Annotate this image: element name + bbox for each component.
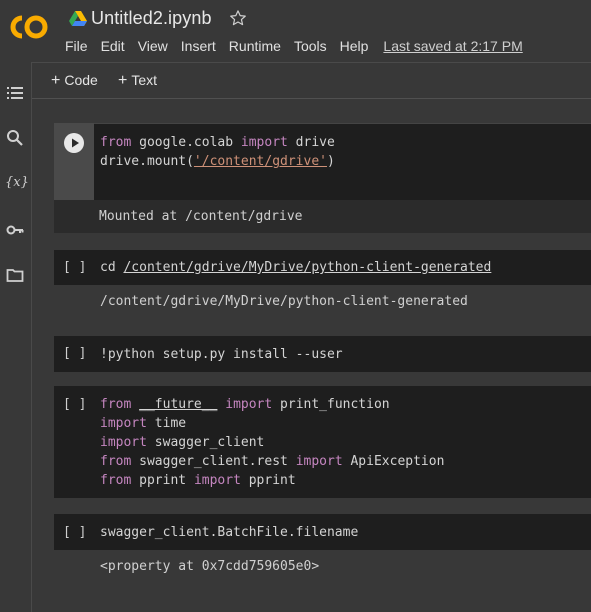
code-line: from pprint import pprint	[100, 473, 296, 488]
code-line: from swagger_client.rest import ApiExcep…	[100, 454, 445, 469]
cell-output: <property at 0x7cdd759605e0>	[100, 559, 320, 574]
code-line: cd /content/gdrive/MyDrive/python-client…	[100, 260, 492, 275]
menu-edit[interactable]: Edit	[101, 38, 125, 54]
code-line: drive.mount('/content/gdrive')	[100, 154, 335, 169]
menu-view[interactable]: View	[138, 38, 168, 54]
menu-bar: File Edit View Insert Runtime Tools Help…	[65, 38, 536, 54]
variables-icon[interactable]: {x}	[5, 175, 29, 193]
cell-output: Mounted at /content/gdrive	[99, 209, 303, 224]
code-line: from __future__ import print_function	[100, 397, 390, 412]
notebook-toolbar: + Code + Text	[32, 62, 591, 99]
code-line: import swagger_client	[100, 435, 265, 450]
menu-insert[interactable]: Insert	[181, 38, 216, 54]
search-icon[interactable]	[6, 129, 24, 147]
code-cell[interactable]: [ ] !python setup.py install --user	[54, 336, 591, 372]
add-code-cell-button[interactable]: + Code	[51, 72, 98, 90]
menu-runtime[interactable]: Runtime	[229, 38, 281, 54]
colab-logo-icon[interactable]	[9, 14, 49, 40]
run-cell-icon[interactable]	[64, 133, 84, 153]
add-text-cell-button[interactable]: + Text	[118, 72, 157, 90]
table-of-contents-icon[interactable]	[6, 84, 24, 102]
code-cell[interactable]: [ ] from __future__ import print_functio…	[54, 386, 591, 498]
execution-count[interactable]: [ ]	[63, 260, 86, 275]
left-sidebar-rail: {x}	[0, 62, 32, 612]
google-drive-icon	[69, 11, 87, 26]
code-cell[interactable]: [ ] cd /content/gdrive/MyDrive/python-cl…	[54, 250, 591, 285]
plus-icon: +	[51, 72, 61, 89]
code-cell[interactable]: [ ] swagger_client.BatchFile.filename	[54, 514, 591, 550]
code-line: import time	[100, 416, 187, 431]
star-icon[interactable]	[229, 9, 247, 27]
code-line: from google.colab import drive	[100, 135, 335, 150]
execution-count[interactable]: [ ]	[63, 346, 86, 361]
menu-file[interactable]: File	[65, 38, 88, 54]
code-cell[interactable]: from google.colab import drive drive.mou…	[54, 123, 591, 233]
menu-tools[interactable]: Tools	[294, 38, 327, 54]
files-folder-icon[interactable]	[6, 266, 24, 284]
code-line: !python setup.py install --user	[100, 347, 343, 362]
menu-help[interactable]: Help	[340, 38, 369, 54]
last-saved-link[interactable]: Last saved at 2:17 PM	[383, 38, 522, 54]
app-header: Untitled2.ipynb File Edit View Insert Ru…	[0, 0, 591, 62]
secrets-key-icon[interactable]	[6, 221, 24, 239]
plus-icon: +	[118, 72, 128, 89]
execution-count[interactable]: [ ]	[63, 397, 86, 412]
cell-output: /content/gdrive/MyDrive/python-client-ge…	[100, 294, 468, 309]
code-line: swagger_client.BatchFile.filename	[100, 525, 359, 540]
execution-count[interactable]: [ ]	[63, 525, 86, 540]
notebook-title[interactable]: Untitled2.ipynb	[91, 8, 212, 29]
